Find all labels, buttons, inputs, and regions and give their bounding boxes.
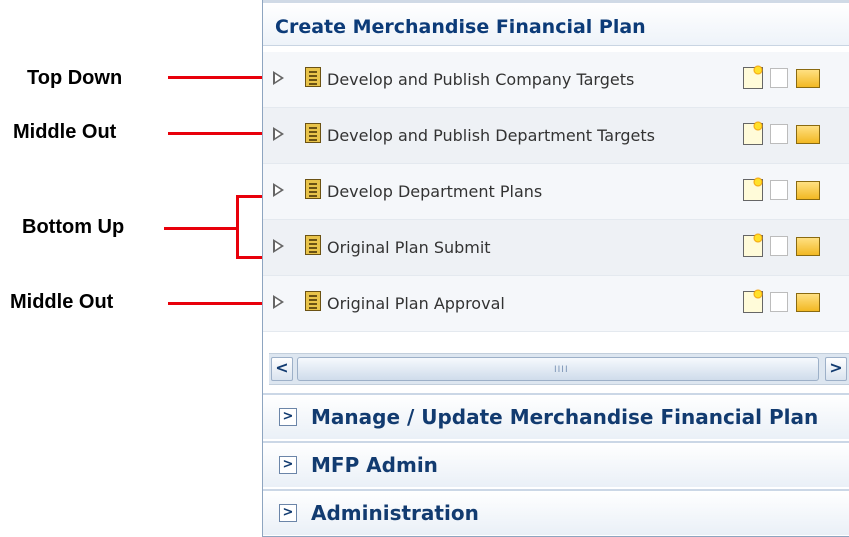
expand-triangle-icon[interactable] [273, 71, 284, 85]
task-row[interactable]: Original Plan Submit [263, 220, 849, 276]
task-row[interactable]: Original Plan Approval [263, 276, 849, 332]
task-label[interactable]: Original Plan Approval [327, 294, 505, 313]
section-manage-update-mfp[interactable]: > Manage / Update Merchandise Financial … [263, 393, 849, 439]
new-document-icon[interactable] [743, 233, 763, 257]
expand-triangle-icon[interactable] [273, 183, 284, 197]
section-title[interactable]: MFP Admin [311, 453, 438, 477]
open-folder-icon[interactable] [796, 69, 820, 88]
callout-middle-out-2: Middle Out [10, 291, 114, 313]
task-document-icon [305, 235, 321, 255]
leader-middle-out-1 [168, 132, 262, 135]
scroll-left-button[interactable]: < [271, 357, 293, 381]
new-document-icon[interactable] [743, 289, 763, 313]
blank-document-icon[interactable] [770, 68, 788, 88]
task-label[interactable]: Original Plan Submit [327, 238, 491, 257]
expand-triangle-icon[interactable] [273, 239, 284, 253]
panel-title: Create Merchandise Financial Plan [275, 16, 646, 38]
task-document-icon [305, 291, 321, 311]
blank-document-icon[interactable] [770, 124, 788, 144]
callout-middle-out-1: Middle Out [13, 121, 117, 143]
task-label[interactable]: Develop and Publish Company Targets [327, 70, 634, 89]
scroll-grip: IIII [554, 365, 569, 375]
bracket-bottom-up-vertical [236, 195, 239, 259]
blank-document-icon[interactable] [770, 236, 788, 256]
panel-header[interactable]: Create Merchandise Financial Plan [263, 0, 849, 46]
expand-triangle-icon[interactable] [273, 295, 284, 309]
chevron-right-icon[interactable]: > [279, 408, 297, 426]
task-label[interactable]: Develop Department Plans [327, 182, 542, 201]
leader-middle-out-2 [168, 302, 262, 305]
open-folder-icon[interactable] [796, 237, 820, 256]
leader-bottom-up [164, 227, 238, 230]
section-mfp-admin[interactable]: > MFP Admin [263, 441, 849, 487]
section-title[interactable]: Manage / Update Merchandise Financial Pl… [311, 405, 818, 429]
bracket-bottom-up-top [236, 195, 262, 198]
horizontal-scrollbar[interactable]: < IIII > [269, 353, 849, 385]
open-folder-icon[interactable] [796, 125, 820, 144]
blank-document-icon[interactable] [770, 180, 788, 200]
section-title[interactable]: Administration [311, 501, 479, 525]
task-row[interactable]: Develop Department Plans [263, 164, 849, 220]
new-document-icon[interactable] [743, 121, 763, 145]
task-row[interactable]: Develop and Publish Company Targets [263, 52, 849, 108]
chevron-right-icon[interactable]: > [279, 456, 297, 474]
task-panel: Create Merchandise Financial Plan Develo… [262, 0, 849, 537]
task-row[interactable]: Develop and Publish Department Targets [263, 108, 849, 164]
bracket-bottom-up-bottom [236, 256, 262, 259]
expand-triangle-icon[interactable] [273, 127, 284, 141]
callout-top-down: Top Down [27, 67, 123, 89]
leader-top-down [168, 76, 262, 79]
section-administration[interactable]: > Administration [263, 489, 849, 535]
scroll-right-button[interactable]: > [825, 357, 847, 381]
task-label[interactable]: Develop and Publish Department Targets [327, 126, 655, 145]
new-document-icon[interactable] [743, 65, 763, 89]
task-document-icon [305, 67, 321, 87]
scroll-thumb[interactable]: IIII [297, 357, 819, 381]
open-folder-icon[interactable] [796, 293, 820, 312]
task-document-icon [305, 179, 321, 199]
new-document-icon[interactable] [743, 177, 763, 201]
chevron-right-icon[interactable]: > [279, 504, 297, 522]
open-folder-icon[interactable] [796, 181, 820, 200]
callout-bottom-up: Bottom Up [22, 216, 125, 238]
task-document-icon [305, 123, 321, 143]
blank-document-icon[interactable] [770, 292, 788, 312]
